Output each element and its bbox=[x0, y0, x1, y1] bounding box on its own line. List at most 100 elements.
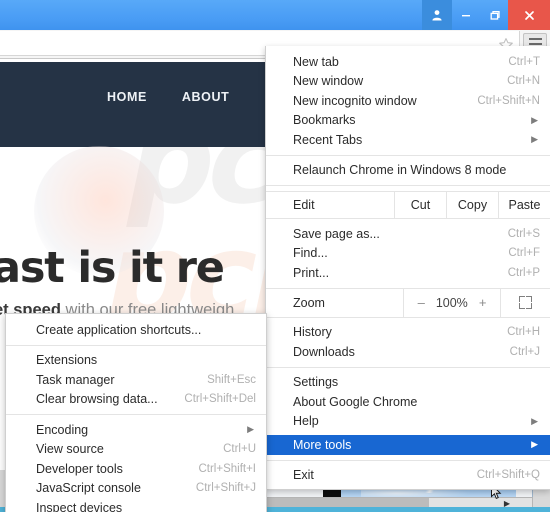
menu-item-save-page-as[interactable]: Save page as... Ctrl+S bbox=[266, 224, 550, 244]
browser-titlebar bbox=[0, 0, 550, 30]
menu-item-label: Bookmarks bbox=[293, 113, 356, 128]
hamburger-line bbox=[528, 43, 542, 45]
chrome-main-menu: New tab Ctrl+T New window Ctrl+N New inc… bbox=[265, 46, 550, 490]
edit-paste-button[interactable]: Paste bbox=[498, 192, 550, 218]
chevron-right-icon: ▶ bbox=[247, 424, 254, 435]
menu-item-shortcut: Ctrl+Shift+N bbox=[477, 94, 540, 107]
menu-separator bbox=[266, 366, 550, 368]
menu-item-label: New tab bbox=[293, 54, 339, 69]
menu-item-label: Print... bbox=[293, 265, 330, 280]
close-icon bbox=[524, 10, 534, 20]
submenu-item-create-application-shortcuts[interactable]: Create application shortcuts... bbox=[6, 320, 266, 340]
page-headline: ast is it re bbox=[0, 243, 225, 293]
menu-item-downloads[interactable]: Downloads Ctrl+J bbox=[266, 342, 550, 362]
menu-item-shortcut: Ctrl+J bbox=[509, 345, 540, 358]
menu-separator bbox=[6, 414, 266, 415]
minimize-icon bbox=[462, 15, 470, 17]
chevron-right-icon: ▶ bbox=[531, 439, 538, 450]
menu-item-label: JavaScript console bbox=[36, 481, 141, 496]
menu-item-settings[interactable]: Settings bbox=[266, 373, 550, 393]
menu-item-print[interactable]: Print... Ctrl+P bbox=[266, 263, 550, 283]
menu-item-shortcut: Ctrl+H bbox=[507, 326, 540, 339]
user-profile-button[interactable] bbox=[422, 0, 452, 30]
submenu-item-developer-tools[interactable]: Developer tools Ctrl+Shift+I bbox=[6, 459, 266, 479]
zoom-level-value: 100% bbox=[435, 295, 468, 310]
menu-item-shortcut: Shift+Esc bbox=[207, 373, 256, 386]
menu-separator bbox=[6, 344, 266, 346]
chevron-right-icon: ▶ bbox=[531, 134, 538, 145]
menu-item-bookmarks[interactable]: Bookmarks ▶ bbox=[266, 111, 550, 131]
menu-item-relaunch-windows8-mode[interactable]: Relaunch Chrome in Windows 8 mode bbox=[266, 161, 550, 181]
menu-item-about-google-chrome[interactable]: About Google Chrome bbox=[266, 392, 550, 412]
site-navbar: HOME ABOUT bbox=[0, 62, 265, 147]
window-controls bbox=[422, 0, 550, 30]
menu-item-label: Developer tools bbox=[36, 461, 123, 476]
menu-item-label: Exit bbox=[293, 468, 314, 483]
menu-item-shortcut: Ctrl+T bbox=[508, 55, 540, 68]
menu-item-label-zoom: Zoom bbox=[293, 295, 325, 310]
submenu-item-javascript-console[interactable]: JavaScript console Ctrl+Shift+J bbox=[6, 479, 266, 499]
menu-zoom-row: Zoom – 100% + bbox=[266, 287, 550, 318]
menu-edit-row: Edit Cut Copy Paste bbox=[266, 191, 550, 219]
menu-item-shortcut: Ctrl+Shift+Q bbox=[476, 469, 540, 482]
menu-item-shortcut: Ctrl+N bbox=[507, 75, 540, 88]
close-button[interactable] bbox=[508, 0, 550, 30]
menu-item-label: Help bbox=[293, 414, 319, 429]
menu-separator bbox=[266, 185, 550, 186]
menu-item-label: Relaunch Chrome in Windows 8 mode bbox=[293, 163, 507, 178]
menu-item-shortcut: Ctrl+U bbox=[223, 443, 256, 456]
restore-icon bbox=[490, 10, 500, 20]
nav-link-home[interactable]: HOME bbox=[107, 90, 147, 104]
nav-link-about[interactable]: ABOUT bbox=[182, 90, 229, 104]
menu-item-label: Extensions bbox=[36, 353, 98, 368]
menu-item-shortcut: Ctrl+S bbox=[507, 227, 540, 240]
menu-item-shortcut: Ctrl+F bbox=[508, 247, 540, 260]
menu-item-shortcut: Ctrl+Shift+Del bbox=[184, 393, 256, 406]
menu-item-label: View source bbox=[36, 442, 104, 457]
menu-item-label: New window bbox=[293, 74, 364, 89]
minimize-button[interactable] bbox=[452, 0, 480, 30]
edit-copy-button[interactable]: Copy bbox=[446, 192, 498, 218]
menu-item-label: History bbox=[293, 325, 332, 340]
menu-item-label: Recent Tabs bbox=[293, 132, 363, 147]
site-nav-links: HOME ABOUT bbox=[0, 90, 265, 104]
screenshot-root: pcrisk pcrisk pcrisk HOME ABOUT ast is i… bbox=[0, 0, 550, 512]
menu-separator bbox=[266, 459, 550, 461]
menu-item-label: New incognito window bbox=[293, 93, 417, 108]
menu-item-history[interactable]: History Ctrl+H bbox=[266, 323, 550, 343]
restore-button[interactable] bbox=[480, 0, 508, 30]
menu-item-shortcut: Ctrl+Shift+I bbox=[198, 462, 256, 475]
zoom-out-button[interactable]: – bbox=[418, 295, 425, 310]
edit-cut-button[interactable]: Cut bbox=[394, 192, 446, 218]
submenu-item-view-source[interactable]: View source Ctrl+U bbox=[6, 440, 266, 460]
submenu-item-task-manager[interactable]: Task manager Shift+Esc bbox=[6, 370, 266, 390]
zoom-in-button[interactable]: + bbox=[479, 295, 487, 310]
menu-item-new-window[interactable]: New window Ctrl+N bbox=[266, 72, 550, 92]
menu-item-recent-tabs[interactable]: Recent Tabs ▶ bbox=[266, 130, 550, 150]
submenu-item-clear-browsing-data[interactable]: Clear browsing data... Ctrl+Shift+Del bbox=[6, 390, 266, 410]
menu-item-label: Encoding bbox=[36, 422, 89, 437]
menu-item-more-tools[interactable]: More tools ▶ bbox=[266, 435, 550, 455]
hamburger-line bbox=[528, 38, 542, 40]
chevron-right-icon: ▶ bbox=[531, 114, 538, 125]
menu-item-new-tab[interactable]: New tab Ctrl+T bbox=[266, 52, 550, 72]
menu-item-exit[interactable]: Exit Ctrl+Shift+Q bbox=[266, 466, 550, 486]
menu-item-shortcut: Ctrl+Shift+J bbox=[195, 482, 256, 495]
submenu-item-extensions[interactable]: Extensions bbox=[6, 351, 266, 371]
menu-item-shortcut: Ctrl+P bbox=[507, 266, 540, 279]
menu-item-label: Create application shortcuts... bbox=[36, 322, 202, 337]
menu-separator bbox=[266, 154, 550, 156]
menu-item-find[interactable]: Find... Ctrl+F bbox=[266, 244, 550, 264]
menu-item-help[interactable]: Help ▶ bbox=[266, 412, 550, 432]
menu-item-label: Settings bbox=[293, 375, 339, 390]
menu-item-label: Inspect devices bbox=[36, 500, 123, 512]
chevron-right-icon: ▶ bbox=[531, 415, 538, 426]
menu-item-label: Clear browsing data... bbox=[36, 392, 158, 407]
submenu-item-inspect-devices[interactable]: Inspect devices bbox=[6, 498, 266, 512]
zoom-controls: – 100% + bbox=[403, 288, 500, 317]
fullscreen-button[interactable] bbox=[500, 288, 550, 317]
menu-item-label: Downloads bbox=[293, 344, 355, 359]
submenu-item-encoding[interactable]: Encoding ▶ bbox=[6, 420, 266, 440]
menu-item-label: Find... bbox=[293, 246, 328, 261]
menu-item-new-incognito-window[interactable]: New incognito window Ctrl+Shift+N bbox=[266, 91, 550, 111]
